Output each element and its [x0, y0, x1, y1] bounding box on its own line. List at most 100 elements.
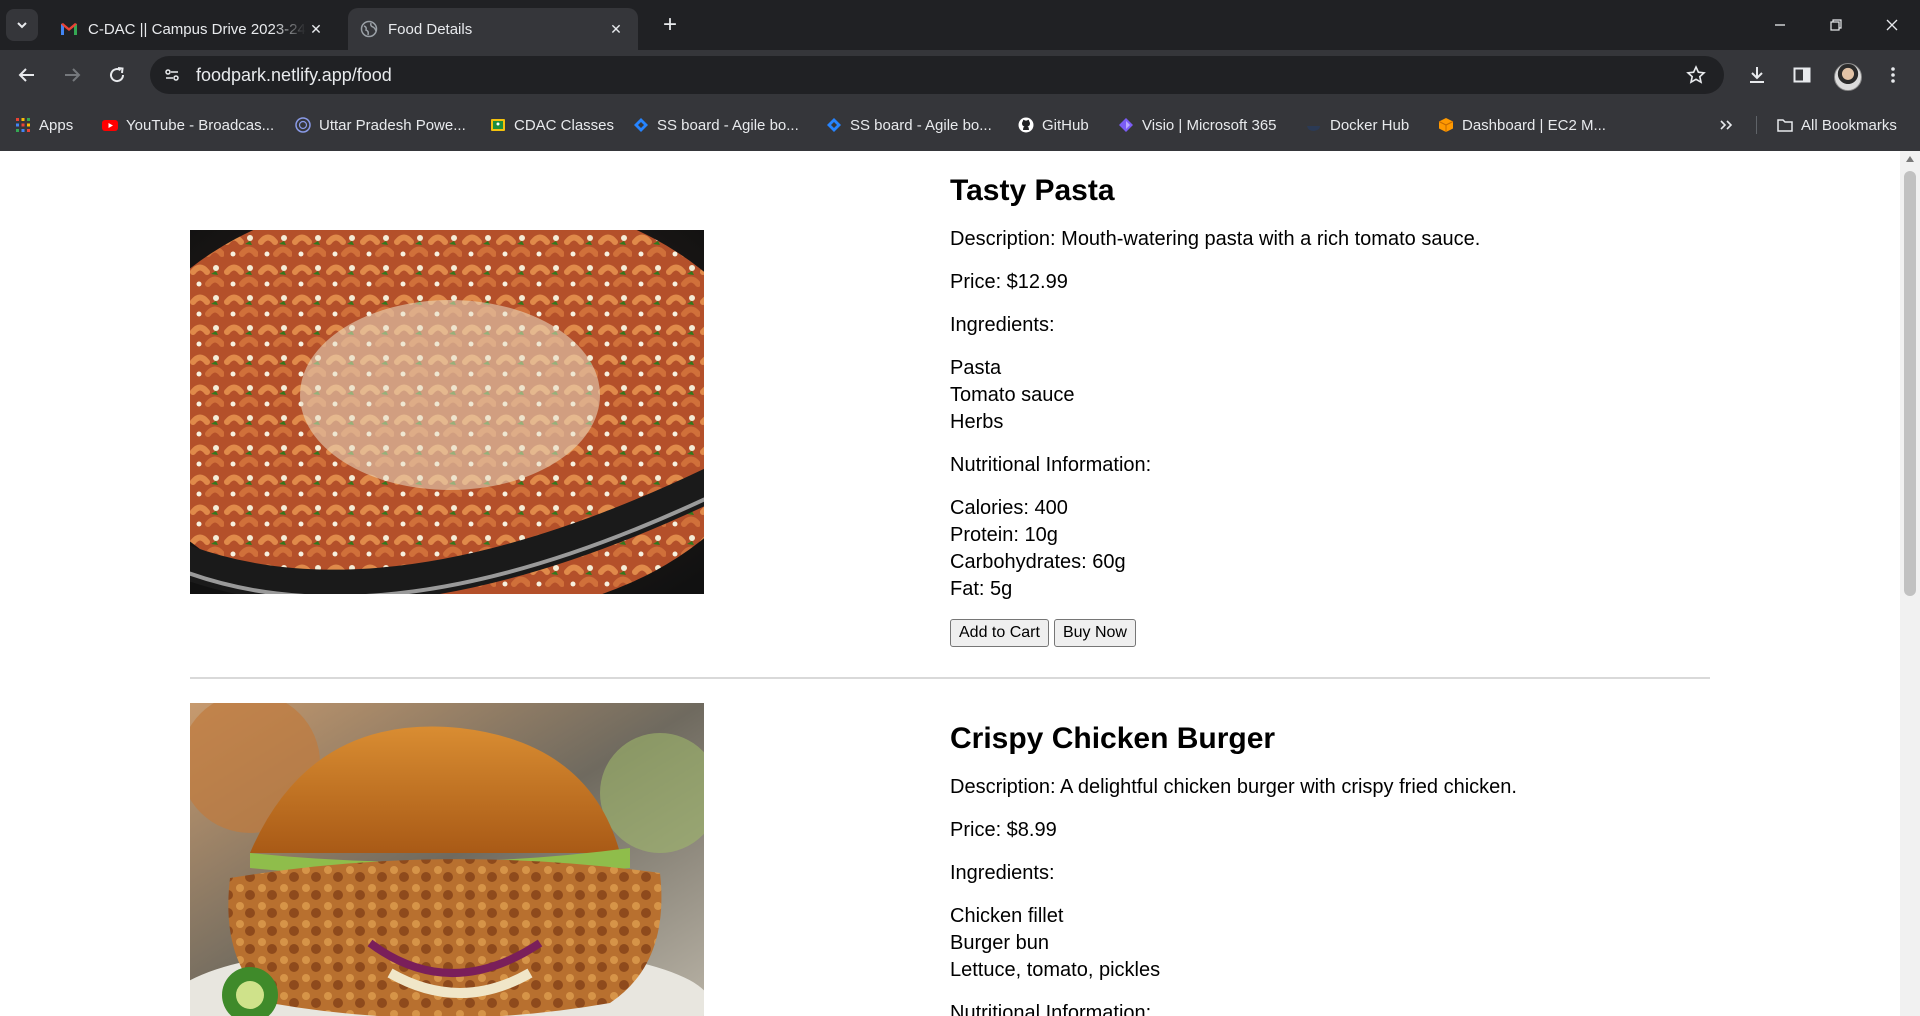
food-details: Tasty Pasta Description: Mouth-watering …: [950, 173, 1690, 647]
food-description: Description: Mouth-watering pasta with a…: [950, 228, 1481, 250]
folder-icon: [1777, 119, 1793, 132]
bookmarks-bar: Apps YouTube - Broadcas... Uttar Pradesh…: [0, 100, 1920, 152]
url-text[interactable]: foodpark.netlify.app/food: [196, 65, 392, 86]
bookmark-label: Uttar Pradesh Powe...: [319, 116, 466, 134]
tab-title: Food Details: [388, 20, 473, 38]
profile-avatar[interactable]: [1834, 63, 1862, 91]
ingredient-item: Burger bun: [950, 932, 1049, 954]
close-window-icon[interactable]: [1864, 0, 1920, 50]
tab-cdac-campus-drive[interactable]: C-DAC || Campus Drive 2023-24 ✕: [48, 8, 338, 50]
food-name: Crispy Chicken Burger: [950, 722, 1276, 755]
bookmark-label: SS board - Agile bo...: [657, 116, 799, 134]
bookmark-ec2-dashboard[interactable]: Dashboard | EC2 M...: [1438, 113, 1606, 137]
arrow-right-icon: [65, 68, 81, 82]
jira-icon: [634, 118, 648, 132]
bookmark-uppcl[interactable]: Uttar Pradesh Powe...: [295, 113, 466, 137]
site-info-icon[interactable]: [158, 61, 186, 89]
nutrition-item: Protein: 10g: [950, 524, 1058, 546]
bookmark-label: Apps: [39, 116, 74, 134]
pasta-image: [190, 230, 704, 594]
ingredient-item: Tomato sauce: [950, 384, 1075, 406]
bookmarks-overflow-button[interactable]: [1718, 113, 1734, 137]
gmail-icon: [61, 23, 77, 35]
section-divider: [190, 677, 1710, 679]
bookmark-apps[interactable]: Apps: [15, 113, 73, 137]
tab-strip: C-DAC || Campus Drive 2023-24 ✕ Food Det…: [0, 0, 1920, 50]
youtube-icon: [102, 120, 118, 131]
bookmark-label: YouTube - Broadcas...: [126, 116, 275, 134]
nutrition-item: Carbohydrates: 60g: [950, 551, 1126, 573]
aws-icon: [1438, 118, 1454, 132]
globe-icon: [360, 20, 378, 38]
page-scrollbar[interactable]: [1900, 151, 1920, 1016]
food-price: Price: $12.99: [950, 271, 1068, 293]
tab-title: C-DAC || Campus Drive 2023-24: [88, 20, 306, 38]
buy-now-button[interactable]: Buy Now: [1053, 619, 1136, 647]
download-icon[interactable]: [1745, 63, 1769, 87]
ingredient-item: Lettuce, tomato, pickles: [950, 959, 1161, 981]
food-description: Description: A delightful chicken burger…: [950, 776, 1517, 798]
chevron-down-icon: [17, 22, 27, 29]
reload-button[interactable]: [101, 59, 133, 91]
address-bar[interactable]: foodpark.netlify.app/food: [150, 56, 1724, 94]
ingredient-item: Herbs: [950, 411, 1004, 433]
nutrition-list: Calories: 400 Protein: 10g Carbohydrates…: [950, 495, 1690, 603]
docker-icon: [1307, 126, 1320, 131]
ingredients-list: Chicken fillet Burger bun Lettuce, tomat…: [950, 903, 1690, 984]
ingredient-item: Pasta: [950, 357, 1002, 379]
arrow-left-icon: [18, 68, 34, 82]
bookmark-label: Dashboard | EC2 M...: [1462, 116, 1606, 134]
restore-icon[interactable]: [1808, 0, 1864, 50]
action-buttons: Add to Cart Buy Now: [950, 619, 1690, 647]
scrollbar-thumb[interactable]: [1904, 171, 1916, 596]
side-panel-icon[interactable]: [1790, 63, 1814, 87]
bookmark-visio[interactable]: Visio | Microsoft 365: [1118, 113, 1277, 137]
bookmark-label: SS board - Agile bo...: [850, 116, 992, 134]
bookmark-label: Visio | Microsoft 365: [1142, 116, 1277, 134]
scroll-up-arrow-icon[interactable]: [1906, 156, 1914, 162]
forward-button[interactable]: [56, 59, 88, 91]
github-icon: [1018, 117, 1034, 133]
apps-grid-icon: [16, 118, 30, 132]
tab-search-button[interactable]: [6, 9, 38, 41]
bookmark-label: CDAC Classes: [514, 116, 615, 134]
ingredient-item: Chicken fillet: [950, 905, 1064, 927]
reload-icon: [110, 67, 125, 83]
bookmark-star-icon[interactable]: [1686, 65, 1706, 85]
burger-image: [190, 703, 704, 1016]
nutrition-heading: Nutritional Information:: [950, 1002, 1152, 1016]
bookmark-label: GitHub: [1042, 116, 1089, 134]
food-price: Price: $8.99: [950, 819, 1057, 841]
chevron-double-right-icon: [1720, 120, 1733, 130]
bookmarks-divider: [1756, 116, 1757, 134]
close-icon[interactable]: ✕: [606, 21, 626, 38]
uppcl-icon: [295, 117, 311, 133]
minimize-icon[interactable]: [1752, 0, 1808, 50]
add-to-cart-button[interactable]: Add to Cart: [950, 619, 1049, 647]
ingredients-heading: Ingredients:: [950, 862, 1055, 884]
more-menu-icon[interactable]: [1881, 63, 1905, 87]
classroom-icon: [491, 119, 505, 131]
ingredients-heading: Ingredients:: [950, 314, 1055, 336]
bookmark-github[interactable]: GitHub: [1018, 113, 1089, 137]
close-icon[interactable]: ✕: [306, 21, 326, 38]
all-bookmarks-button[interactable]: All Bookmarks: [1777, 113, 1897, 137]
food-name: Tasty Pasta: [950, 174, 1115, 207]
jira-icon: [827, 118, 841, 132]
visio-icon: [1119, 118, 1133, 132]
nutrition-item: Fat: 5g: [950, 578, 1013, 600]
ingredients-list: Pasta Tomato sauce Herbs: [950, 355, 1690, 436]
bookmark-ss-board-1[interactable]: SS board - Agile bo...: [633, 113, 799, 137]
tab-food-details[interactable]: Food Details ✕: [348, 8, 638, 50]
bookmark-docker-hub[interactable]: Docker Hub: [1306, 113, 1409, 137]
new-tab-button[interactable]: +: [654, 10, 686, 40]
nutrition-item: Calories: 400: [950, 497, 1068, 519]
browser-toolbar: foodpark.netlify.app/food: [0, 50, 1920, 100]
page-content: Tasty Pasta Description: Mouth-watering …: [0, 151, 1900, 1016]
food-details: Crispy Chicken Burger Description: A del…: [950, 721, 1690, 1016]
bookmark-cdac-classes[interactable]: CDAC Classes: [490, 113, 614, 137]
bookmark-ss-board-2[interactable]: SS board - Agile bo...: [826, 113, 992, 137]
back-button[interactable]: [11, 59, 43, 91]
nutrition-heading: Nutritional Information:: [950, 454, 1152, 476]
bookmark-youtube[interactable]: YouTube - Broadcas...: [102, 113, 274, 137]
